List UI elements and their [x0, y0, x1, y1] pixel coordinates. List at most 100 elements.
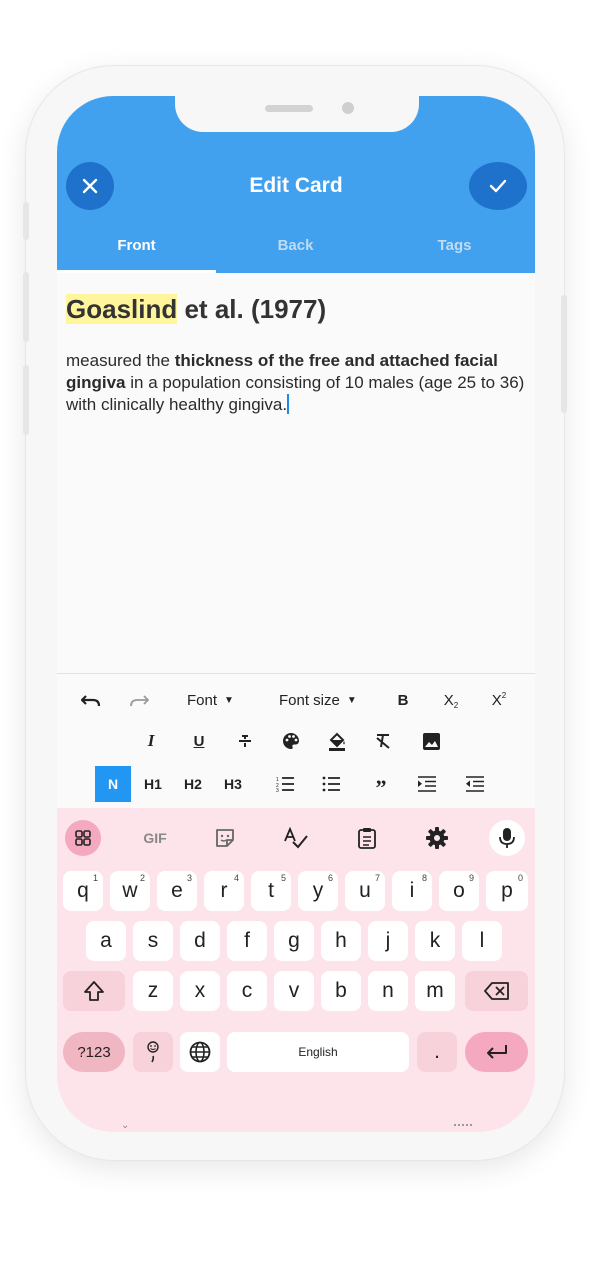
spellcheck-button[interactable]	[278, 820, 314, 856]
clipboard-button[interactable]	[349, 820, 385, 856]
emoji-key[interactable]	[133, 1032, 173, 1072]
key-label: t	[268, 879, 274, 902]
notch	[175, 96, 419, 132]
keyboard-switch-icon	[454, 1124, 472, 1130]
side-button	[561, 295, 567, 413]
fill-color-button[interactable]	[325, 729, 349, 753]
key-w[interactable]: w2	[110, 871, 150, 911]
check-icon	[489, 179, 507, 193]
key-number-hint: 5	[280, 873, 286, 883]
key-label: u	[359, 879, 371, 902]
key-number-hint: 7	[374, 873, 380, 883]
settings-button[interactable]	[419, 820, 455, 856]
numbered-list-icon: 123	[276, 777, 294, 792]
key-label: i	[409, 879, 415, 902]
key-k[interactable]: k	[415, 921, 455, 961]
key-number-hint: 1	[92, 873, 98, 883]
italic-button[interactable]: I	[139, 729, 163, 753]
heading3-button[interactable]: H3	[219, 770, 247, 798]
key-label: y	[312, 879, 324, 902]
key-z[interactable]: z	[133, 971, 173, 1011]
key-d[interactable]: d	[180, 921, 220, 961]
heading2-button[interactable]: H2	[179, 770, 207, 798]
voice-input-button[interactable]	[489, 820, 525, 856]
key-label: q	[77, 879, 89, 902]
shift-key[interactable]	[63, 971, 125, 1011]
gif-button[interactable]: GIF	[134, 820, 176, 856]
palette-icon	[283, 733, 300, 749]
bullet-list-button[interactable]	[317, 770, 345, 798]
normal-text-button[interactable]: N	[95, 766, 131, 802]
key-q[interactable]: q1	[63, 871, 103, 911]
side-button	[23, 272, 29, 342]
key-c[interactable]: c	[227, 971, 267, 1011]
outdent-button[interactable]	[461, 770, 489, 798]
quote-button[interactable]: ”	[367, 770, 395, 800]
key-j[interactable]: j	[368, 921, 408, 961]
key-t[interactable]: t5	[251, 871, 291, 911]
language-key[interactable]	[180, 1032, 220, 1072]
key-l[interactable]: l	[462, 921, 502, 961]
key-m[interactable]: m	[415, 971, 455, 1011]
card-paragraph: measured the thickness of the free and a…	[66, 350, 528, 416]
key-o[interactable]: o9	[439, 871, 479, 911]
underline-button[interactable]: U	[187, 729, 211, 753]
outdent-icon	[466, 776, 484, 792]
heading1-button[interactable]: H1	[139, 770, 167, 798]
clear-format-button[interactable]	[371, 729, 395, 753]
key-v[interactable]: v	[274, 971, 314, 1011]
highlighted-text: Goaslind	[66, 294, 178, 324]
space-key[interactable]: English	[227, 1032, 409, 1072]
font-size-label: Font size	[279, 691, 340, 709]
tab-back[interactable]: Back	[216, 237, 375, 254]
key-h[interactable]: h	[321, 921, 361, 961]
save-button[interactable]	[469, 162, 527, 210]
key-a[interactable]: a	[86, 921, 126, 961]
bold-button[interactable]: B	[391, 688, 415, 712]
font-label: Font	[187, 691, 218, 709]
card-editor[interactable]: Goaslind et al. (1977) measured the thic…	[66, 292, 528, 416]
font-dropdown[interactable]: Font ▼	[187, 688, 247, 712]
redo-button[interactable]	[125, 688, 153, 712]
enter-key[interactable]	[465, 1032, 528, 1072]
tab-front[interactable]: Front	[57, 237, 216, 254]
strikethrough-button[interactable]	[233, 729, 257, 753]
key-u[interactable]: u7	[345, 871, 385, 911]
insert-image-button[interactable]	[419, 729, 443, 753]
key-f[interactable]: f	[227, 921, 267, 961]
key-s[interactable]: s	[133, 921, 173, 961]
tab-tags[interactable]: Tags	[375, 237, 534, 254]
card-heading: Goaslind et al. (1977)	[66, 292, 528, 326]
key-label: r	[220, 879, 228, 902]
key-b[interactable]: b	[321, 971, 361, 1011]
backspace-key[interactable]	[465, 971, 528, 1011]
superscript-button[interactable]: X2	[485, 688, 513, 712]
enter-icon	[486, 1045, 507, 1059]
redo-icon	[130, 695, 149, 707]
subscript-button[interactable]: X2	[437, 688, 465, 712]
key-y[interactable]: y6	[298, 871, 338, 911]
key-g[interactable]: g	[274, 921, 314, 961]
quote-icon: ”	[375, 775, 387, 800]
underline-icon: U	[193, 732, 205, 750]
superscript-mark: 2	[501, 690, 507, 700]
apps-button[interactable]	[65, 820, 101, 856]
numbered-list-button[interactable]: 123	[271, 770, 299, 798]
text-color-button[interactable]	[279, 729, 303, 753]
undo-button[interactable]	[77, 688, 105, 712]
key-label: p	[501, 879, 513, 902]
svg-text:3: 3	[276, 788, 279, 792]
sticker-button[interactable]	[207, 820, 243, 856]
key-r[interactable]: r4	[204, 871, 244, 911]
symbols-key[interactable]: ?123	[63, 1032, 125, 1072]
font-size-dropdown[interactable]: Font size ▼	[279, 688, 375, 712]
key-x[interactable]: x	[180, 971, 220, 1011]
key-n[interactable]: n	[368, 971, 408, 1011]
key-p[interactable]: p0	[486, 871, 528, 911]
subscript-mark: 2	[453, 700, 459, 710]
key-e[interactable]: e3	[157, 871, 197, 911]
indent-button[interactable]	[413, 770, 441, 798]
period-key[interactable]: .	[417, 1032, 457, 1072]
key-i[interactable]: i8	[392, 871, 432, 911]
globe-icon	[189, 1041, 211, 1063]
